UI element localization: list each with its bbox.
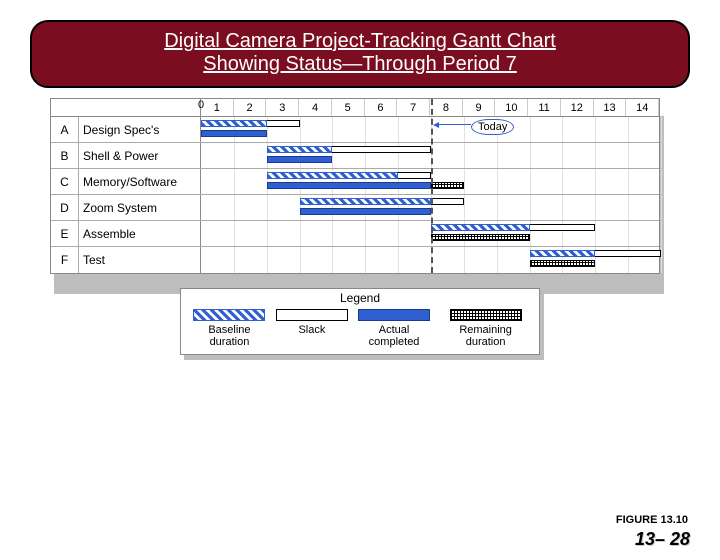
tick-3: 3	[266, 99, 299, 116]
bar-slack	[431, 198, 464, 205]
task-name: Assemble	[79, 221, 201, 246]
tick-12: 12	[561, 99, 594, 116]
bar-remaining	[431, 182, 464, 189]
task-letter: A	[51, 117, 79, 142]
bar-slack	[332, 146, 431, 153]
swatch-remaining	[450, 309, 522, 321]
title-line2: Showing Status—Through Period 7	[42, 53, 678, 76]
tick-14: 14	[626, 99, 659, 116]
bar-remaining	[431, 234, 530, 241]
bar-slack	[595, 250, 661, 257]
bar-baseline	[300, 198, 431, 205]
legend-label: Remaining duration	[440, 324, 531, 348]
tick-13: 13	[594, 99, 627, 116]
legend-item-slack: Slack	[276, 309, 348, 348]
tick-1: 1	[201, 99, 234, 116]
bar-baseline	[431, 224, 530, 231]
tick-10: 10	[495, 99, 528, 116]
today-badge: Today	[471, 119, 514, 135]
task-name: Test	[79, 247, 201, 273]
time-axis: 01234567891011121314	[51, 99, 659, 117]
task-row-c: CMemory/Software	[51, 169, 659, 195]
task-name: Zoom System	[79, 195, 201, 220]
bar-baseline	[530, 250, 596, 257]
bar-baseline	[201, 120, 267, 127]
legend-item-baseline: Baseline duration	[189, 309, 270, 348]
task-name: Shell & Power	[79, 143, 201, 168]
task-row-b: BShell & Power	[51, 143, 659, 169]
tick-8: 8	[430, 99, 463, 116]
task-row-e: EAssemble	[51, 221, 659, 247]
legend-item-actual: Actual completed	[354, 309, 434, 348]
tick-2: 2	[234, 99, 267, 116]
task-row-a: ADesign Spec's	[51, 117, 659, 143]
bar-slack	[267, 120, 300, 127]
tick-7: 7	[397, 99, 430, 116]
tick-11: 11	[528, 99, 561, 116]
task-letter: D	[51, 195, 79, 220]
bar-baseline	[267, 146, 333, 153]
task-name: Design Spec's	[79, 117, 201, 142]
tick-9: 9	[463, 99, 496, 116]
legend-label: Slack	[276, 324, 348, 336]
tick-6: 6	[365, 99, 398, 116]
bar-actual	[267, 182, 431, 189]
swatch-actual	[358, 309, 430, 321]
bar-baseline	[267, 172, 398, 179]
bar-remaining	[530, 260, 596, 267]
legend-title: Legend	[189, 291, 531, 305]
title-banner: Digital Camera Project-Tracking Gantt Ch…	[30, 20, 690, 88]
swatch-baseline	[193, 309, 265, 321]
swatch-slack	[276, 309, 348, 321]
tick-4: 4	[299, 99, 332, 116]
legend-item-remaining: Remaining duration	[440, 309, 531, 348]
figure-label: FIGURE 13.10	[616, 514, 688, 526]
task-letter: B	[51, 143, 79, 168]
title-line1: Digital Camera Project-Tracking Gantt Ch…	[42, 30, 678, 53]
task-name: Memory/Software	[79, 169, 201, 194]
legend: Legend Baseline duration Slack Actual comp…	[180, 288, 540, 355]
task-letter: E	[51, 221, 79, 246]
bar-slack	[398, 172, 431, 179]
bar-actual	[267, 156, 333, 163]
bar-actual	[201, 130, 267, 137]
bar-slack	[530, 224, 596, 231]
bar-actual	[300, 208, 431, 215]
task-row-f: FTest	[51, 247, 659, 273]
task-letter: F	[51, 247, 79, 273]
task-letter: C	[51, 169, 79, 194]
tick-5: 5	[332, 99, 365, 116]
task-row-d: DZoom System	[51, 195, 659, 221]
gantt-chart: 01234567891011121314 ADesign Spec'sBShel…	[50, 98, 690, 274]
legend-label: Baseline duration	[189, 324, 270, 348]
legend-label: Actual completed	[354, 324, 434, 348]
